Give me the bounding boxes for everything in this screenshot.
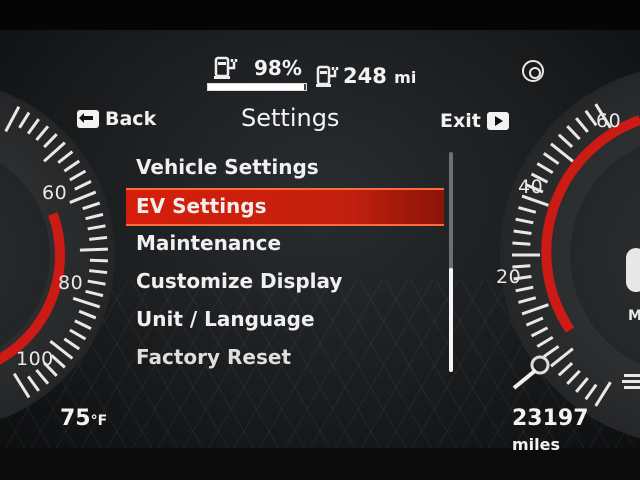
temperature-unit: °F	[90, 413, 108, 429]
menu-item-label: Unit / Language	[136, 307, 315, 331]
charger-range-icon	[316, 65, 339, 87]
odometer-value: 23197	[512, 406, 589, 431]
range-value: 248	[343, 64, 387, 88]
menu-item-label: Maintenance	[136, 231, 282, 255]
gauge-tick-mark	[79, 247, 108, 252]
back-arrow-icon	[77, 110, 99, 128]
menu-item-customize-display[interactable]: Customize Display	[126, 264, 444, 302]
drive-indicator-icon	[626, 248, 640, 292]
menu-item-label: Vehicle Settings	[136, 155, 319, 179]
charger-plug-icon	[214, 56, 238, 79]
left-gauge-tick-label: 60	[42, 182, 68, 204]
driver-profile-icon	[522, 60, 544, 82]
menu-item-ev-settings[interactable]: EV Settings	[126, 188, 444, 226]
exit-button[interactable]: Exit	[440, 110, 509, 132]
gauge-tick-mark	[89, 269, 108, 275]
left-gauge-tick-label: 100	[16, 348, 54, 370]
menu-scrollbar[interactable]	[449, 152, 453, 372]
battery-level-fill	[208, 84, 305, 90]
menu-item-unit-language[interactable]: Unit / Language	[126, 302, 444, 340]
settings-menu: Vehicle Settings EV Settings Maintenance…	[126, 150, 444, 378]
back-label: Back	[105, 108, 157, 130]
left-gauge-tick-label: 80	[58, 272, 84, 294]
menu-item-label: Factory Reset	[136, 345, 291, 369]
range-unit: mi	[394, 68, 417, 87]
odometer-unit: miles	[512, 435, 561, 454]
menu-item-factory-reset[interactable]: Factory Reset	[126, 340, 444, 378]
gauge-tick-mark	[512, 241, 531, 246]
battery-percent: 98%	[254, 56, 302, 80]
right-gauge-tick-label: 20	[496, 266, 522, 288]
battery-level-bar	[207, 83, 307, 91]
right-edge-partial-text: M	[628, 308, 640, 324]
odometer: 23197 miles	[512, 406, 640, 456]
menu-item-label: EV Settings	[136, 194, 267, 218]
menu-item-label: Customize Display	[136, 269, 343, 293]
range-readout: 248 mi	[343, 64, 416, 88]
left-gauge-dial	[0, 90, 115, 420]
right-gauge-tick-label: 60	[596, 110, 622, 132]
lines-icon	[622, 374, 640, 389]
outside-temperature: 75°F	[60, 406, 107, 431]
right-gauge-tick-label: 40	[518, 176, 544, 198]
gauge-tick-mark	[89, 235, 108, 241]
menu-item-vehicle-settings[interactable]: Vehicle Settings	[126, 150, 444, 188]
menu-scrollbar-thumb[interactable]	[449, 268, 453, 372]
gauge-tick-mark	[89, 258, 108, 263]
temperature-value: 75	[60, 406, 91, 431]
menu-item-maintenance[interactable]: Maintenance	[126, 226, 444, 264]
page-title: Settings	[241, 104, 340, 132]
exit-arrow-icon	[486, 112, 509, 130]
back-button[interactable]: Back	[77, 108, 156, 130]
exit-label: Exit	[440, 110, 481, 132]
